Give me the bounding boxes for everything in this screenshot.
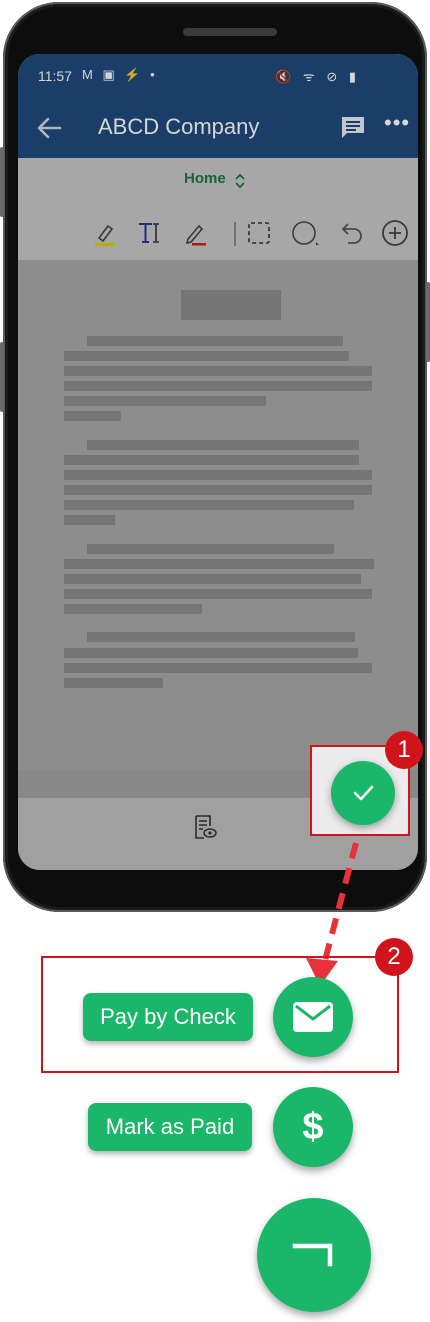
speaker-grille [183, 28, 277, 36]
shape-icon[interactable] [290, 218, 320, 248]
mark-as-paid-label[interactable]: Mark as Paid [88, 1103, 252, 1151]
volume-button [0, 147, 4, 217]
check-icon [353, 785, 374, 801]
close-menu-fab[interactable] [257, 1198, 371, 1312]
undo-icon[interactable] [336, 218, 366, 248]
bixby-button [0, 342, 4, 412]
app-title: ABCD Company [98, 114, 260, 139]
document-line [64, 663, 372, 673]
pay-by-check-label[interactable]: Pay by Check [83, 993, 253, 1041]
close-icon [292, 1243, 333, 1267]
document-line [64, 604, 202, 614]
document-line [64, 589, 372, 599]
pen-icon[interactable] [180, 218, 210, 248]
check-fab-button[interactable] [331, 761, 395, 825]
document-line [64, 411, 121, 421]
status-bar: 11:57 M ▣ ⚡ • 🔇 ᯤ ⊘ ▮ [18, 54, 418, 98]
document-line [87, 440, 359, 450]
toolbar-divider [234, 222, 236, 246]
document-line [64, 500, 354, 510]
document-line [64, 559, 374, 569]
add-icon[interactable] [380, 218, 410, 248]
tab-home[interactable]: Home [184, 170, 226, 187]
app-bar: ABCD Company ••• [18, 98, 418, 158]
document-line [64, 515, 115, 525]
document-line [64, 648, 358, 658]
pay-by-check-button[interactable] [273, 977, 353, 1057]
highlighter-icon[interactable] [90, 218, 120, 248]
status-time: 11:57 [38, 68, 72, 84]
text-icon[interactable] [134, 218, 164, 248]
document-line [87, 632, 355, 642]
document-line [64, 396, 266, 406]
select-icon[interactable] [244, 218, 274, 248]
document-line [87, 336, 343, 346]
document-line [64, 381, 372, 391]
document-line [87, 544, 334, 554]
envelope-icon [293, 1002, 333, 1032]
document-line [64, 678, 163, 688]
document-line [64, 470, 372, 480]
document-line [64, 455, 359, 465]
dollar-icon: $ [302, 1106, 324, 1148]
system-icons: 🔇 ᯤ ⊘ ▮ [275, 69, 360, 84]
mark-as-paid-button[interactable]: $ [273, 1087, 353, 1167]
document-line [64, 485, 372, 495]
comment-icon[interactable] [340, 114, 366, 140]
notification-icons: M ▣ ⚡ • [82, 67, 158, 82]
power-button [426, 282, 430, 362]
step-badge-1: 1 [385, 731, 423, 769]
document-line [64, 574, 361, 584]
document-preview-icon[interactable] [192, 814, 218, 840]
document-line [64, 351, 349, 361]
document-line [64, 366, 372, 376]
step-badge-2: 2 [375, 938, 413, 976]
chevron-up-down-icon[interactable] [234, 173, 246, 189]
arrow-back-icon[interactable] [34, 113, 64, 143]
more-icon[interactable]: ••• [384, 110, 410, 136]
document-heading [181, 290, 281, 320]
